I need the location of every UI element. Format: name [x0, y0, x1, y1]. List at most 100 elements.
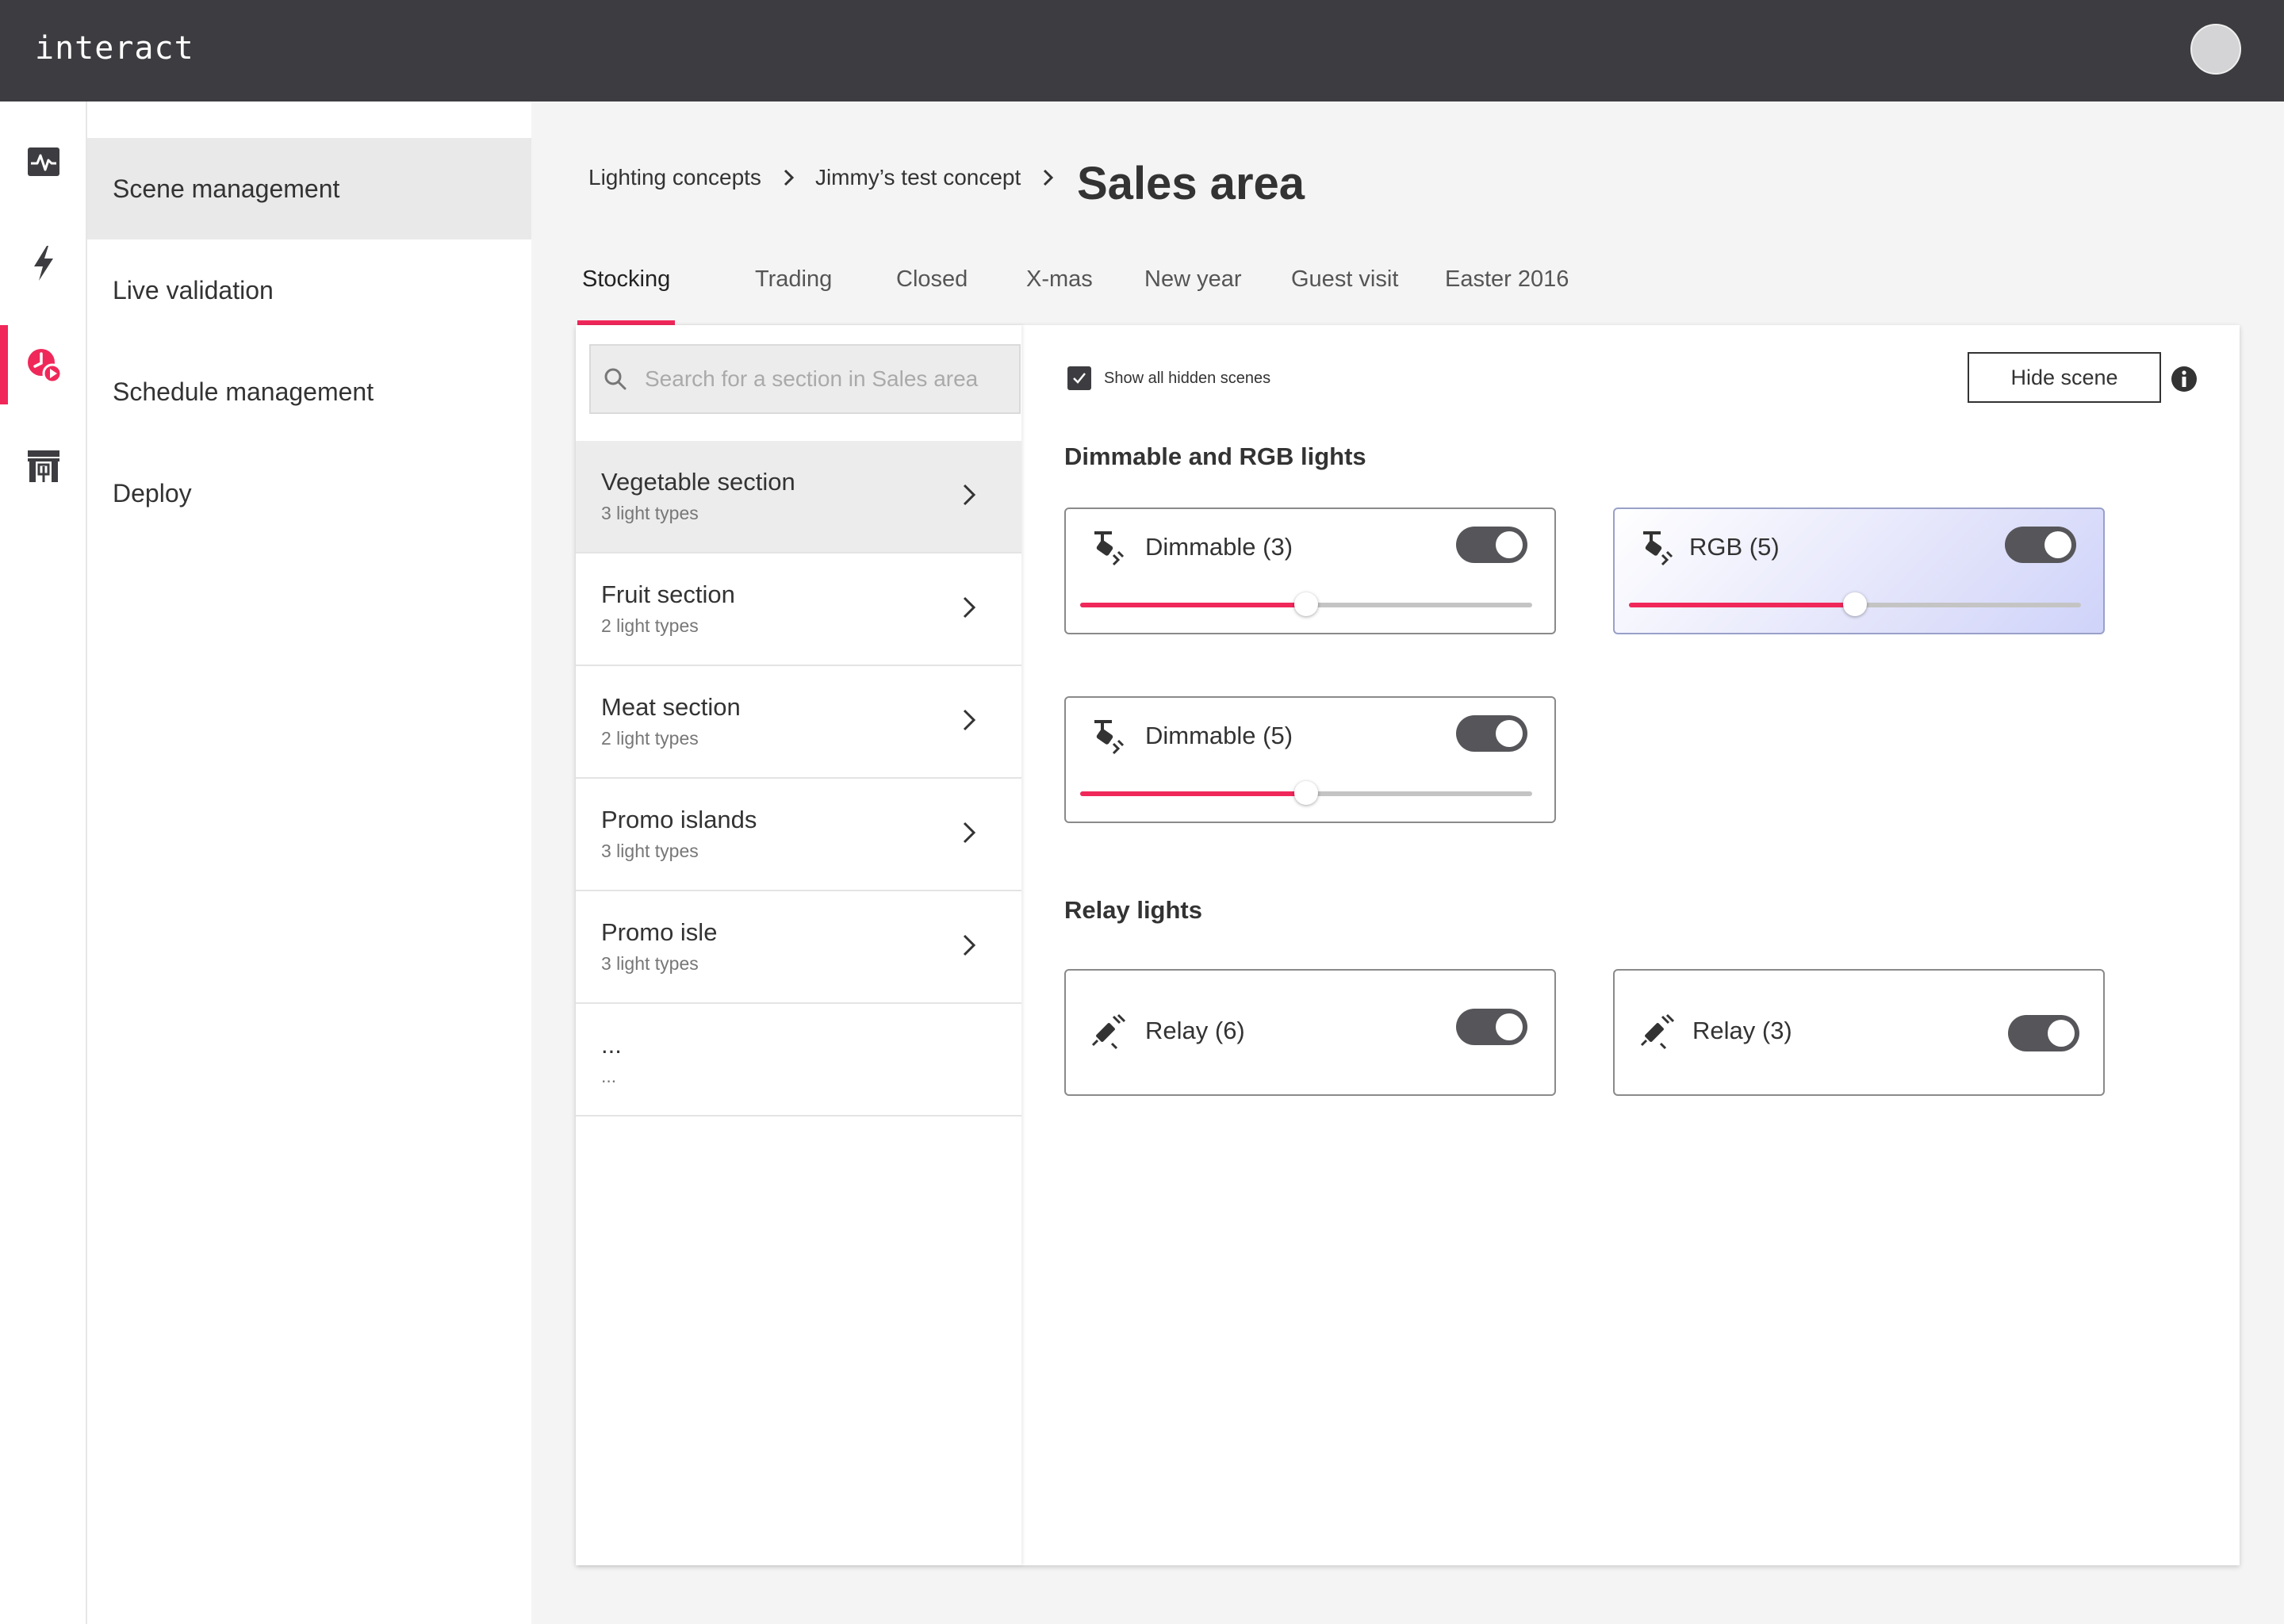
- section-item-more[interactable]: ... ...: [576, 1004, 1021, 1116]
- rail-item-live-validation[interactable]: [0, 224, 87, 303]
- hide-scene-button[interactable]: Hide scene: [1968, 352, 2161, 403]
- light-card-dimmable-3: Dimmable (3): [1064, 508, 1556, 634]
- light-toggle[interactable]: [1456, 715, 1527, 752]
- light-toggle[interactable]: [2008, 1015, 2079, 1051]
- breadcrumb: Lighting concepts Jimmy’s test concept: [588, 165, 1075, 190]
- section-name: Promo isle: [601, 918, 718, 946]
- nav-sidebar: Scene management Live validation Schedul…: [87, 102, 531, 1624]
- slider-thumb[interactable]: [1294, 781, 1318, 805]
- nav-item-deploy[interactable]: Deploy: [87, 442, 531, 544]
- section-name: Promo islands: [601, 806, 757, 833]
- light-card-dimmable-5: Dimmable (5): [1064, 696, 1556, 823]
- deploy-icon: [28, 450, 59, 482]
- lightning-icon: [34, 246, 53, 281]
- tab-new-year[interactable]: New year: [1144, 266, 1242, 325]
- section-item-vegetable[interactable]: Vegetable section 3 light types: [576, 441, 1021, 553]
- show-hidden-checkbox[interactable]: [1067, 366, 1091, 390]
- nav-item-schedule-management[interactable]: Schedule management: [87, 341, 531, 442]
- tab-label: X-mas: [1026, 266, 1093, 292]
- chevron-right-icon: [963, 596, 976, 619]
- section-name: Vegetable section: [601, 468, 795, 496]
- toggle-knob: [1496, 531, 1523, 558]
- breadcrumb-link-lighting-concepts[interactable]: Lighting concepts: [588, 165, 761, 190]
- app-logo: interact: [35, 30, 194, 67]
- card-label: Relay (3): [1692, 1017, 1792, 1044]
- chevron-right-icon: [963, 934, 976, 956]
- user-avatar[interactable]: [2190, 24, 2241, 75]
- info-icon[interactable]: [2170, 365, 2198, 393]
- tab-guest-visit[interactable]: Guest visit: [1291, 266, 1398, 325]
- spotlight-icon: [1094, 720, 1125, 755]
- nav-item-live-validation[interactable]: Live validation: [87, 239, 531, 341]
- toggle-knob: [1496, 720, 1523, 747]
- show-hidden-label: Show all hidden scenes: [1104, 370, 1271, 387]
- tab-label: Trading: [755, 266, 833, 292]
- toggle-knob: [2048, 1020, 2075, 1047]
- section-item-promo-islands[interactable]: Promo islands 3 light types: [576, 779, 1021, 891]
- light-toggle[interactable]: [1456, 527, 1527, 563]
- chevron-right-icon: [963, 709, 976, 731]
- tab-label: New year: [1144, 266, 1242, 292]
- card-label: Relay (6): [1145, 1017, 1245, 1044]
- rail-item-deploy[interactable]: [0, 427, 87, 506]
- page-title: Sales area: [1077, 158, 1305, 209]
- chevron-right-icon: [784, 169, 795, 186]
- search-icon: [604, 368, 627, 390]
- light-toggle[interactable]: [2005, 527, 2076, 563]
- nav-item-label: Schedule management: [113, 377, 374, 406]
- section-item-promo-isle[interactable]: Promo isle 3 light types: [576, 891, 1021, 1004]
- nav-item-label: Live validation: [113, 275, 274, 304]
- tab-label: Closed: [896, 266, 968, 292]
- section-search: [589, 344, 1021, 414]
- slider-thumb[interactable]: [1843, 592, 1867, 616]
- rail-item-schedule-management[interactable]: [0, 325, 87, 404]
- spotlight-icon: [1643, 531, 1673, 566]
- tab-easter-2016[interactable]: Easter 2016: [1445, 266, 1569, 325]
- section-item-fruit[interactable]: Fruit section 2 light types: [576, 553, 1021, 666]
- tab-trading[interactable]: Trading: [755, 266, 832, 325]
- nav-item-scene-management[interactable]: Scene management: [87, 138, 531, 239]
- tab-closed[interactable]: Closed: [896, 266, 968, 325]
- chevron-right-icon: [963, 822, 976, 844]
- nav-item-label: Scene management: [113, 174, 340, 203]
- brightness-slider[interactable]: [1629, 592, 2081, 616]
- section-item-meat[interactable]: Meat section 2 light types: [576, 666, 1021, 779]
- section-light-count: 3 light types: [601, 503, 699, 523]
- section-light-count: 3 light types: [601, 841, 699, 861]
- section-light-count: ...: [601, 1066, 617, 1086]
- card-label: Dimmable (5): [1145, 722, 1293, 749]
- top-bar: interact: [0, 0, 2284, 102]
- relay-pen-icon: [1640, 1013, 1675, 1050]
- light-card-relay-6: Relay (6): [1064, 969, 1556, 1096]
- light-toggle[interactable]: [1456, 1009, 1527, 1045]
- activity-icon: [28, 147, 59, 176]
- tab-stocking[interactable]: Stocking: [577, 266, 676, 325]
- slider-fill: [1629, 603, 1855, 607]
- section-name: ...: [601, 1031, 622, 1059]
- card-label: Dimmable (3): [1145, 533, 1293, 561]
- brightness-slider[interactable]: [1080, 592, 1532, 616]
- rail-item-scene-management[interactable]: [0, 122, 87, 201]
- slider-fill: [1080, 603, 1306, 607]
- tab-label: Easter 2016: [1445, 266, 1569, 292]
- slider-fill: [1080, 791, 1306, 796]
- light-card-relay-3: Relay (3): [1613, 969, 2105, 1096]
- section-light-count: 3 light types: [601, 953, 699, 974]
- checkmark-icon: [1073, 373, 1086, 384]
- tab-label: Guest visit: [1291, 266, 1399, 292]
- section-list: Vegetable section 3 light types Fruit se…: [576, 325, 1021, 1565]
- group-title-dimmable-rgb: Dimmable and RGB lights: [1064, 442, 1366, 470]
- section-name: Fruit section: [601, 580, 735, 608]
- nav-item-label: Deploy: [113, 478, 192, 508]
- chevron-right-icon: [1044, 169, 1054, 186]
- spotlight-icon: [1094, 531, 1125, 566]
- section-light-count: 2 light types: [601, 615, 699, 636]
- scene-panel: Vegetable section 3 light types Fruit se…: [576, 325, 2240, 1565]
- brightness-slider[interactable]: [1080, 781, 1532, 805]
- tab-x-mas[interactable]: X-mas: [1026, 266, 1093, 325]
- section-name: Meat section: [601, 693, 741, 721]
- breadcrumb-link-concept[interactable]: Jimmy’s test concept: [815, 165, 1021, 190]
- schedule-clock-icon: [28, 349, 63, 384]
- search-input[interactable]: [643, 366, 995, 393]
- slider-thumb[interactable]: [1294, 592, 1318, 616]
